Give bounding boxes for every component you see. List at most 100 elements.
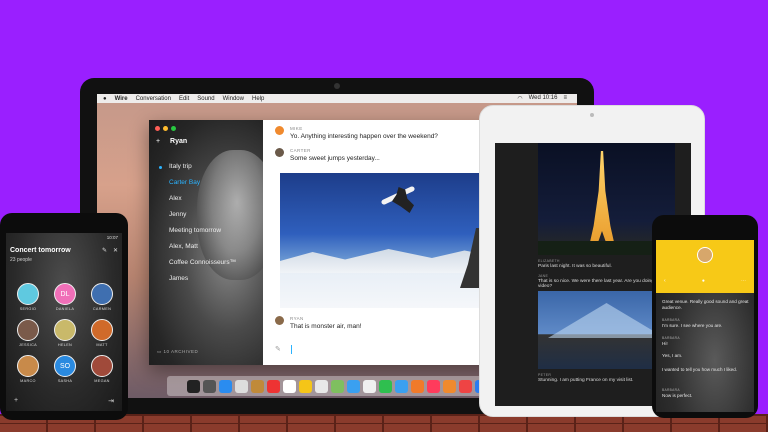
dock-app-icon[interactable]	[362, 379, 376, 393]
mac-dock	[167, 376, 507, 396]
participant-item[interactable]: MEGAN	[86, 355, 118, 383]
dock-app-icon[interactable]	[282, 379, 296, 393]
participant-name: SERGIO	[19, 307, 37, 311]
dock-app-icon[interactable]	[442, 379, 456, 393]
minimize-button[interactable]	[163, 126, 168, 131]
dock-app-icon[interactable]	[330, 379, 344, 393]
conversation-item[interactable]: James	[169, 271, 236, 287]
conversation-sidebar: + Ryan Italy trip Carter Bay Alex Jenny …	[149, 120, 263, 365]
avatar[interactable]	[275, 316, 284, 325]
dock-app-icon[interactable]	[458, 379, 472, 393]
zoom-button[interactable]	[171, 126, 176, 131]
conversation-item[interactable]: Carter Bay	[169, 175, 236, 191]
dock-app-icon[interactable]	[378, 379, 392, 393]
message-text: I wanted to tell you how much I liked.	[662, 367, 738, 372]
close-icon[interactable]: ✕	[113, 247, 118, 254]
menu-list-icon[interactable]: ≡	[563, 95, 567, 102]
participant-item[interactable]: SO SASHA	[49, 355, 81, 383]
message-sender: BARBARA	[662, 388, 680, 392]
self-user-name[interactable]: Ryan	[170, 138, 187, 145]
dock-app-icon[interactable]	[314, 379, 328, 393]
message-text: Yo. Anything interesting happen over the…	[290, 133, 438, 140]
conversation-item[interactable]: Meeting tomorrow	[169, 223, 236, 239]
add-person-icon[interactable]: +	[14, 397, 18, 405]
close-button[interactable]	[155, 126, 160, 131]
message-item: BARBARA Now is perfect.	[662, 388, 692, 399]
conversation-item[interactable]: Alex, Matt	[169, 239, 236, 255]
dock-app-icon[interactable]	[186, 379, 200, 393]
participant-item[interactable]: SERGIO	[12, 283, 44, 311]
participant-avatar[interactable]	[17, 319, 39, 341]
snowboard-photo[interactable]	[280, 173, 497, 308]
wifi-icon[interactable]: ◠	[517, 95, 522, 102]
menu-sound[interactable]: Sound	[197, 96, 214, 102]
participant-item[interactable]: MARCO	[12, 355, 44, 383]
dock-app-icon[interactable]	[218, 379, 232, 393]
pyramid-shape	[548, 303, 665, 338]
participant-item[interactable]: DL DANIELA	[49, 283, 81, 311]
avatar[interactable]	[275, 126, 284, 135]
message-text: Hi!	[662, 341, 668, 346]
menu-help[interactable]: Help	[252, 96, 264, 102]
participant-item[interactable]: MATT	[86, 319, 118, 347]
participant-item[interactable]: JESSICA	[12, 319, 44, 347]
dock-app-icon[interactable]	[266, 379, 280, 393]
participant-avatar[interactable]	[17, 355, 39, 377]
edit-icon[interactable]: ✎	[102, 247, 107, 254]
dock-app-icon[interactable]	[234, 379, 248, 393]
dock-app-icon[interactable]	[346, 379, 360, 393]
dock-app-icon[interactable]	[410, 379, 424, 393]
profile-header: ‹ ● ⋯	[656, 240, 754, 293]
message-item: I wanted to tell you how much I liked.	[662, 366, 737, 373]
attachment-icon[interactable]: ✎	[275, 345, 281, 353]
message-item: RYAN That is monster air, man!	[275, 316, 362, 330]
call-icon[interactable]: ●	[702, 278, 705, 284]
conversation-item[interactable]: Alex	[169, 191, 236, 207]
menu-conversation[interactable]: Conversation	[136, 96, 171, 102]
message-text: Some sweet jumps yesterday...	[290, 155, 380, 162]
participant-avatar[interactable]	[17, 283, 39, 305]
archived-link[interactable]: ▭ 10 ARCHIVED	[157, 349, 198, 355]
message-text: Paris last night. It was so beautiful.	[538, 264, 612, 269]
conversation-item[interactable]: Coffee Connoisseurs™	[169, 255, 236, 271]
android-phone: 10:07 Concert tomorrow 23 people ✎ ✕ SER…	[0, 213, 128, 420]
iphone-phone: ‹ ● ⋯ Great venue. Really good sound and…	[652, 215, 758, 418]
message-item: BARBARA Hi!	[662, 336, 680, 347]
text-cursor	[290, 344, 292, 354]
participant-item[interactable]: CARMEN	[86, 283, 118, 311]
dock-app-icon[interactable]	[426, 379, 440, 393]
dock-app-icon[interactable]	[250, 379, 264, 393]
back-icon[interactable]: ‹	[664, 278, 666, 284]
more-icon[interactable]: ⋯	[741, 278, 746, 284]
menu-edit[interactable]: Edit	[179, 96, 189, 102]
menu-app-name[interactable]: Wire	[115, 96, 128, 102]
archive-icon: ▭	[157, 349, 162, 354]
message-sender: CARTER	[290, 148, 311, 153]
conversation-item[interactable]: Jenny	[169, 207, 236, 223]
clock-text[interactable]: Wed 10:16	[529, 95, 558, 102]
tower-shape	[588, 151, 616, 251]
avatar[interactable]	[697, 247, 713, 263]
participant-avatar[interactable]	[91, 355, 113, 377]
participant-avatar[interactable]: DL	[54, 283, 76, 305]
message-text: Yes, I am.	[662, 353, 683, 358]
participant-name: JESSICA	[19, 343, 37, 347]
archived-count: 10 ARCHIVED	[163, 349, 199, 354]
participant-avatar[interactable]	[91, 283, 113, 305]
conversation-list: Italy trip Carter Bay Alex Jenny Meeting…	[158, 159, 236, 287]
dock-app-icon[interactable]	[202, 379, 216, 393]
participant-name: MATT	[96, 343, 108, 347]
apple-icon[interactable]: ●	[103, 96, 107, 102]
conversation-item[interactable]: Italy trip	[158, 159, 236, 175]
dock-app-icon[interactable]	[394, 379, 408, 393]
dock-app-icon[interactable]	[298, 379, 312, 393]
participant-avatar[interactable]: SO	[54, 355, 76, 377]
header-actions: ‹ ● ⋯	[664, 278, 746, 284]
participant-avatar[interactable]	[54, 319, 76, 341]
plus-icon[interactable]: +	[156, 138, 160, 145]
leave-icon[interactable]: ⇥	[108, 397, 114, 405]
avatar[interactable]	[275, 148, 284, 157]
menu-window[interactable]: Window	[223, 96, 244, 102]
participant-avatar[interactable]	[91, 319, 113, 341]
participant-item[interactable]: HELEN	[49, 319, 81, 347]
